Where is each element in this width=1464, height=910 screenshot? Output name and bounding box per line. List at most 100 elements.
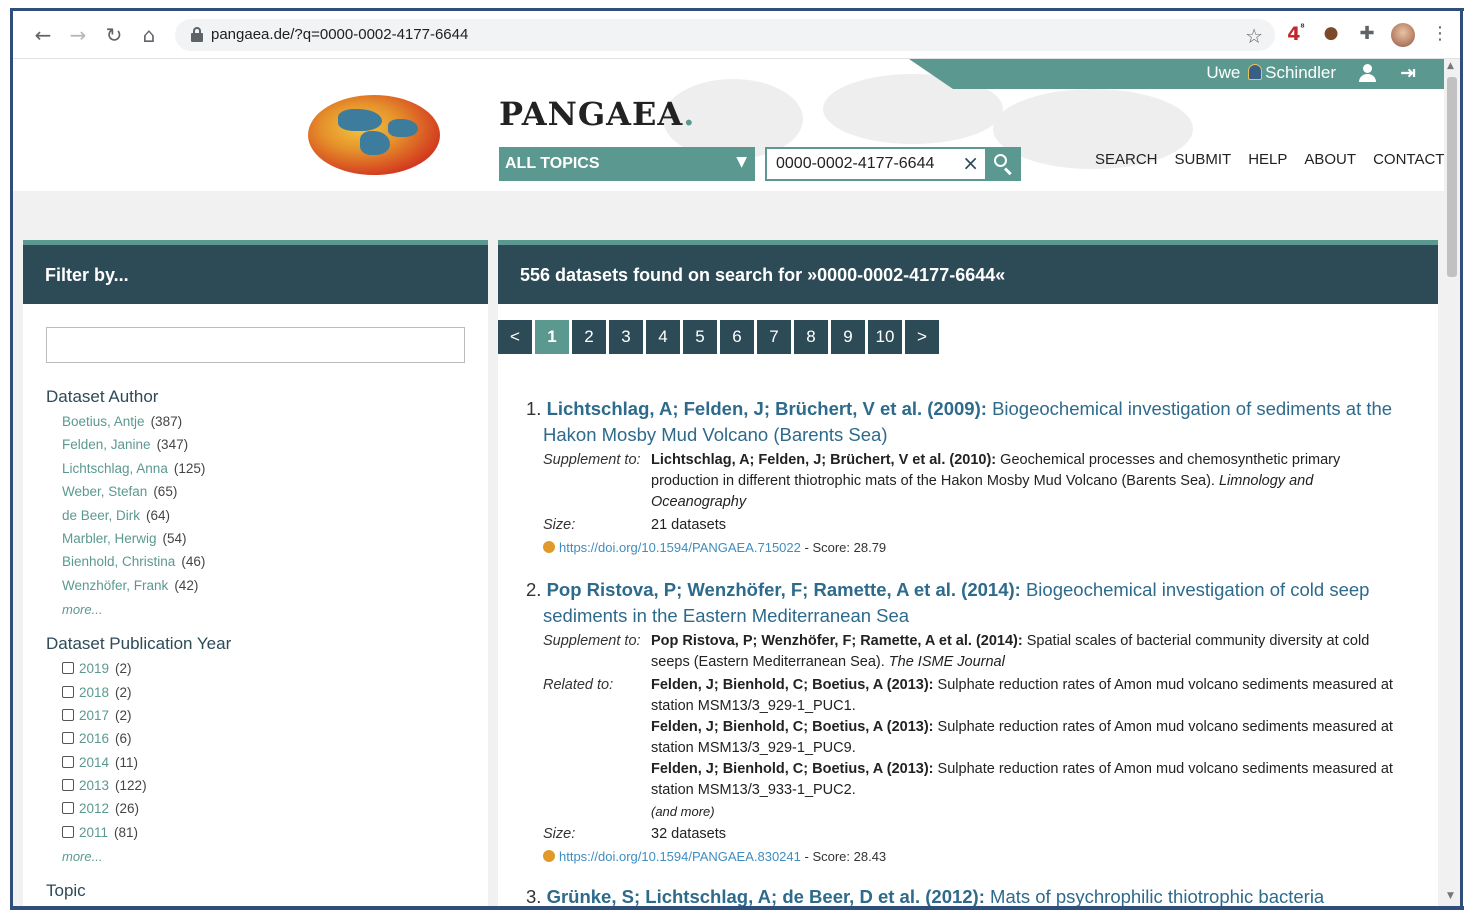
supplement-row: Supplement to: Pop Ristova, P; Wenzhöfer…: [526, 631, 1406, 673]
page-button[interactable]: 3: [609, 320, 643, 354]
facet-author-name: Weber, Stefan: [62, 484, 148, 499]
page-scrollbar[interactable]: ▲ ▼: [1444, 59, 1460, 906]
user-name[interactable]: Uwe Schindler: [1206, 63, 1336, 83]
logout-icon[interactable]: ⇥: [1400, 62, 1416, 84]
brand-dot: .: [683, 95, 696, 133]
year-checkbox[interactable]: [62, 802, 74, 814]
facet-author-item[interactable]: de Beer, Dirk (64): [62, 508, 170, 523]
facet-year-item[interactable]: 2016 (6): [62, 731, 132, 746]
more-authors-link[interactable]: more...: [62, 602, 102, 617]
page-button[interactable]: 5: [683, 320, 717, 354]
facet-author-item[interactable]: Lichtschlag, Anna (125): [62, 461, 205, 476]
nav-about[interactable]: ABOUT: [1304, 151, 1356, 168]
page-button[interactable]: 8: [794, 320, 828, 354]
size-value: 21 datasets: [651, 517, 726, 533]
size-label: Size:: [543, 517, 576, 533]
result-number: 1.: [526, 398, 542, 419]
page-prev-button[interactable]: <: [498, 320, 532, 354]
year-checkbox[interactable]: [62, 756, 74, 768]
facet-author-item[interactable]: Weber, Stefan (65): [62, 484, 177, 499]
year-checkbox[interactable]: [62, 662, 74, 674]
facet-topic-title: Topic: [46, 881, 86, 900]
facet-year-item[interactable]: 2011 (81): [62, 825, 138, 840]
and-more-link[interactable]: (and more): [651, 801, 1406, 822]
facet-year-item[interactable]: 2012 (26): [62, 801, 139, 816]
result-title-link[interactable]: 1. Lichtschlag, A; Felden, J; Brüchert, …: [526, 396, 1406, 448]
facet-year-title: Dataset Publication Year: [46, 634, 232, 653]
nav-search[interactable]: SEARCH: [1095, 151, 1158, 168]
facet-author-item[interactable]: Marbler, Herwig (54): [62, 531, 187, 546]
puzzle-extensions-icon[interactable]: ✚: [1356, 23, 1378, 47]
browser-menu-icon[interactable]: ⋮: [1431, 23, 1449, 47]
page-button[interactable]: 2: [572, 320, 606, 354]
facet-author-item[interactable]: Bienhold, Christina (46): [62, 554, 205, 569]
facet-count: (2): [115, 708, 132, 723]
facet-year-item[interactable]: 2017 (2): [62, 708, 132, 723]
facet-author-item[interactable]: Boetius, Antje (387): [62, 414, 182, 429]
cookie-extension-icon[interactable]: ●: [1321, 23, 1341, 47]
facet-count: (46): [181, 554, 206, 569]
reload-icon[interactable]: ↻: [102, 23, 126, 47]
search-input-value: 0000-0002-4177-6644: [776, 155, 935, 172]
page-next-button[interactable]: >: [905, 320, 939, 354]
facet-year: 2013: [79, 778, 110, 793]
search-button[interactable]: [985, 147, 1021, 181]
browser-toolbar: ← → ↻ ⌂ pangaea.de/?q=0000-0002-4177-664…: [13, 11, 1460, 59]
year-checkbox[interactable]: [62, 779, 74, 791]
year-checkbox[interactable]: [62, 709, 74, 721]
supplement-value: Pop Ristova, P; Wenzhöfer, F; Ramette, A…: [651, 631, 1406, 673]
more-years-link[interactable]: more...: [62, 849, 102, 864]
page-button[interactable]: 10: [868, 320, 902, 354]
facet-count: (125): [173, 461, 206, 476]
url-text: pangaea.de/?q=0000-0002-4177-6644: [211, 26, 469, 43]
pangaea-logo-icon[interactable]: [308, 95, 440, 175]
result-title-link[interactable]: 3. Grünke, S; Lichtschlag, A; de Beer, D…: [526, 884, 1406, 906]
brand-title[interactable]: PANGAEA.: [499, 95, 695, 133]
year-checkbox[interactable]: [62, 826, 74, 838]
doi-link[interactable]: https://doi.org/10.1594/PANGAEA.830241: [559, 849, 801, 864]
back-icon[interactable]: ←: [31, 23, 55, 47]
facet-year-item[interactable]: 2013 (122): [62, 778, 147, 793]
forward-icon[interactable]: →: [66, 23, 90, 47]
page-button[interactable]: 9: [831, 320, 865, 354]
extension-badge-icon[interactable]: 4⁸: [1285, 23, 1307, 47]
facet-year-item[interactable]: 2018 (2): [62, 685, 132, 700]
account-icon[interactable]: [1358, 63, 1376, 83]
page-button[interactable]: 4: [646, 320, 680, 354]
year-checkbox[interactable]: [62, 732, 74, 744]
year-checkbox[interactable]: [62, 686, 74, 698]
facet-year: 2017: [79, 708, 110, 723]
clear-search-icon[interactable]: ×: [962, 151, 979, 175]
scroll-up-icon[interactable]: ▲: [1447, 61, 1454, 71]
result-title-link[interactable]: 2. Pop Ristova, P; Wenzhöfer, F; Ramette…: [526, 577, 1406, 629]
result-item: 2. Pop Ristova, P; Wenzhöfer, F; Ramette…: [526, 577, 1406, 864]
facet-author-name: de Beer, Dirk: [62, 508, 141, 523]
nav-contact[interactable]: CONTACT: [1373, 151, 1444, 168]
page-button[interactable]: 7: [757, 320, 791, 354]
address-bar[interactable]: pangaea.de/?q=0000-0002-4177-6644 ☆: [175, 19, 1275, 51]
profile-avatar[interactable]: [1391, 23, 1415, 47]
topic-select[interactable]: ALL TOPICS ▼: [499, 147, 755, 181]
result-number: 2.: [526, 579, 542, 600]
filter-input[interactable]: [46, 327, 465, 363]
page-button-current[interactable]: 1: [535, 320, 569, 354]
facet-count: (6): [115, 731, 132, 746]
nav-help[interactable]: HELP: [1248, 151, 1287, 168]
user-badge-icon: [1248, 64, 1263, 80]
page-button[interactable]: 6: [720, 320, 754, 354]
doi-link[interactable]: https://doi.org/10.1594/PANGAEA.715022: [559, 540, 801, 555]
facet-year-item[interactable]: 2014 (11): [62, 755, 138, 770]
facet-count: (42): [174, 578, 199, 593]
results-heading: 556 datasets found on search for »0000-0…: [498, 240, 1438, 304]
nav-submit[interactable]: SUBMIT: [1175, 151, 1232, 168]
search-input[interactable]: 0000-0002-4177-6644 ×: [765, 147, 987, 181]
scroll-thumb[interactable]: [1447, 77, 1457, 277]
bookmark-star-icon[interactable]: ☆: [1245, 24, 1263, 48]
facet-count: (65): [153, 484, 178, 499]
facet-author-item[interactable]: Felden, Janine (347): [62, 437, 188, 452]
facet-year-item[interactable]: 2019 (2): [62, 661, 132, 676]
home-icon[interactable]: ⌂: [137, 23, 161, 47]
scroll-down-icon[interactable]: ▼: [1447, 891, 1454, 901]
filter-panel: Filter by... Dataset Author Boetius, Ant…: [23, 240, 488, 906]
facet-author-item[interactable]: Wenzhöfer, Frank (42): [62, 578, 198, 593]
